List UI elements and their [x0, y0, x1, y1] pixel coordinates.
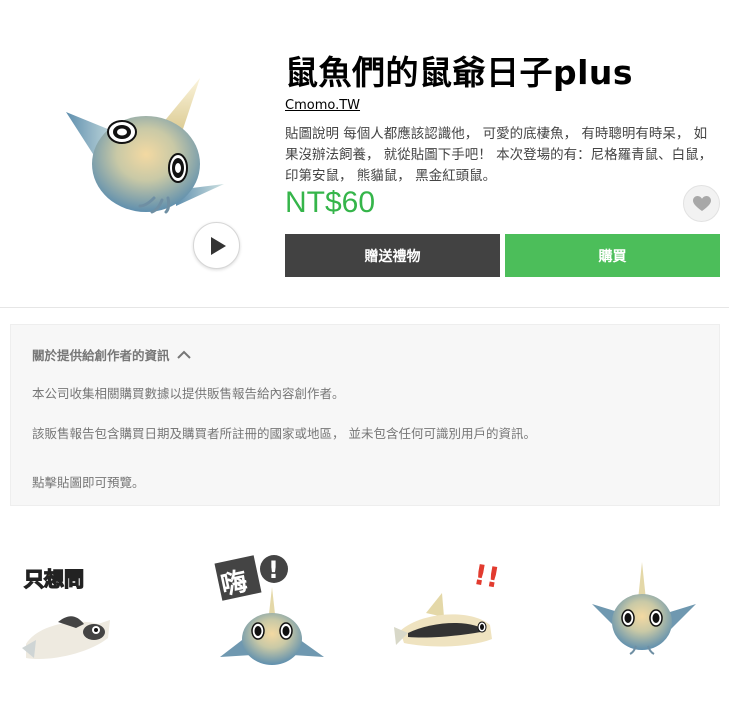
product-description: 貼圖說明 每個人都應該認識他， 可愛的底棲魚， 有時聰明有時呆， 如果沒辦法飼養…: [285, 126, 713, 184]
sticker-image: 嗨 !: [214, 555, 324, 665]
play-preview-button[interactable]: [193, 222, 240, 269]
product-title: 鼠魚們的鼠爺日子plus: [285, 53, 634, 92]
author-link[interactable]: Cmomo.TW: [285, 98, 360, 113]
sticker-caption: 只想問: [24, 567, 84, 591]
sticker-item[interactable]: 嗨 !: [212, 545, 332, 675]
chevron-up-icon: [176, 350, 191, 359]
creator-info-panel: 關於提供給創作者的資訊 本公司收集相關購買數據以提供販售報告給內容創作者。 該販…: [10, 324, 720, 506]
sticker-item[interactable]: 只想問: [18, 558, 138, 688]
gift-button[interactable]: 贈送禮物: [285, 234, 500, 277]
favorite-button[interactable]: [683, 185, 720, 222]
info-text-1: 本公司收集相關購買數據以提供販售報告給內容創作者。: [32, 386, 345, 401]
heart-icon: [693, 196, 711, 211]
sticker-image: !!: [394, 558, 502, 647]
buy-button[interactable]: 購買: [505, 234, 720, 277]
creator-info-toggle[interactable]: 關於提供給創作者的資訊: [32, 345, 191, 364]
play-icon: [211, 237, 226, 255]
main-sticker-image[interactable]: [58, 72, 228, 222]
sticker-item[interactable]: [584, 550, 704, 680]
creator-info-heading: 關於提供給創作者的資訊: [32, 348, 170, 363]
sticker-image: 只想問: [22, 566, 110, 660]
product-price: NT$60: [285, 186, 376, 219]
sticker-image: [592, 562, 696, 655]
catfish-illustration: [66, 78, 224, 214]
sticker-exclaim: !: [268, 556, 279, 584]
sticker-exclaim: !!: [471, 558, 502, 595]
info-text-2: 該販售報告包含購買日期及購買者所註冊的國家或地區， 並未包含任何可識別用戶的資訊…: [32, 426, 536, 441]
info-text-3: 點擊貼圖即可預覽。: [32, 475, 145, 490]
sticker-item[interactable]: !!: [392, 555, 512, 685]
section-divider: [0, 307, 729, 308]
